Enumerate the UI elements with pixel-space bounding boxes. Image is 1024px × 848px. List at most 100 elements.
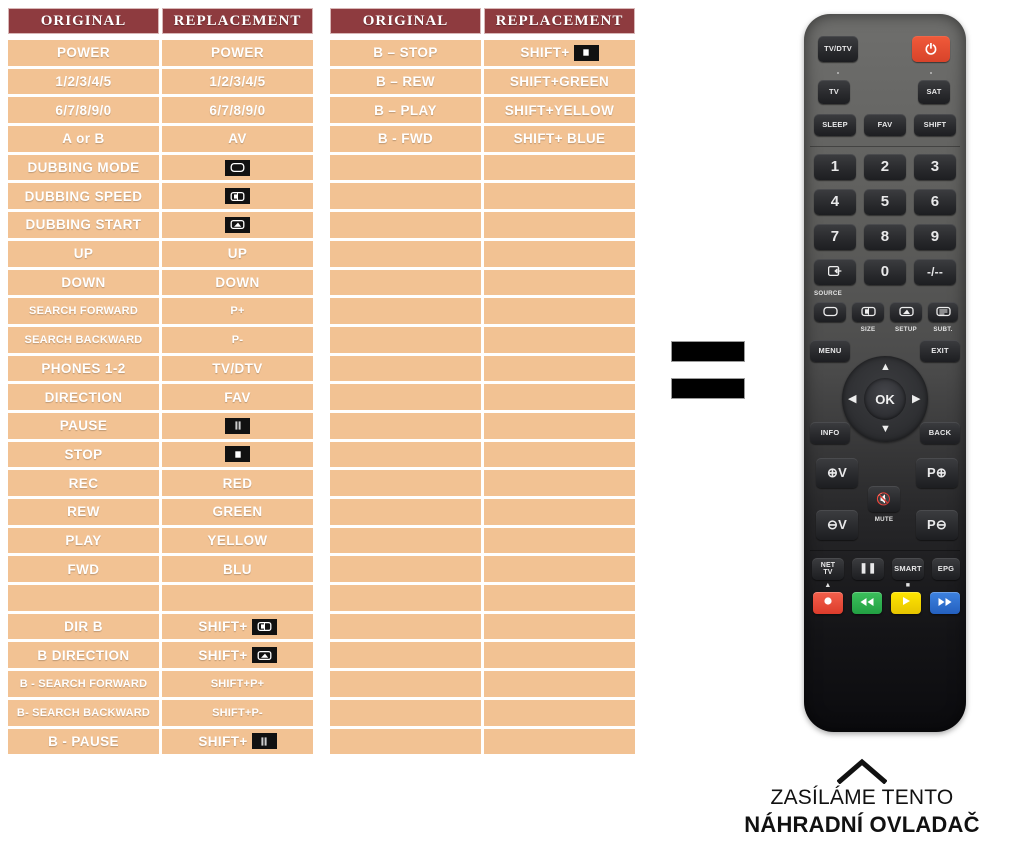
stop-icon [573, 44, 599, 61]
remote-button-2[interactable]: 2 [864, 154, 906, 180]
remote-button-subtitle[interactable] [928, 302, 958, 322]
table-row: SEARCH BACKWARD P- [8, 326, 313, 353]
remote-button-6[interactable]: 6 [914, 189, 956, 215]
dpad-down-icon[interactable]: ▼ [880, 424, 891, 435]
cell-replacement [162, 183, 313, 210]
cell-replacement [484, 556, 635, 583]
cell-replacement: SHIFT+P+ [162, 671, 313, 697]
table-row [330, 556, 635, 583]
net-tv-line2: TV [823, 569, 833, 576]
remote-button-play[interactable] [891, 592, 921, 614]
cell-replacement: SHIFT+ [162, 613, 313, 640]
remote-button-5[interactable]: 5 [864, 189, 906, 215]
cell-replacement [484, 240, 635, 267]
remote-button-ok[interactable]: OK [864, 378, 906, 420]
cell-replacement: SHIFT+P- [162, 699, 313, 726]
remote-dpad[interactable]: ▲ ◀ ▶ ▼ OK [842, 356, 928, 442]
table-row: FWD BLU [8, 556, 313, 583]
screen-icon [822, 306, 838, 319]
replacement-text: SHIFT+ [198, 647, 248, 663]
replacement-remote-control: TV/DTV ⏻ TV SAT SLEEP FAV SHIFT 1 2 3 4 … [804, 14, 966, 732]
table-row: PLAY YELLOW [8, 527, 313, 554]
equals-sign [672, 342, 744, 398]
remote-button-program-up[interactable]: P⊕ [916, 458, 958, 488]
stop-icon [225, 446, 250, 463]
replacement-text: YELLOW [207, 533, 268, 549]
cell-replacement: 1/2/3/4/5 [162, 68, 313, 95]
remote-button-9[interactable]: 9 [914, 224, 956, 250]
remote-button-mute[interactable]: 🔇 [868, 486, 900, 512]
cell-replacement: SHIFT+ BLUE [484, 126, 635, 152]
remote-button-program-down[interactable]: P⊖ [916, 510, 958, 540]
cell-original: SEARCH BACKWARD [8, 326, 159, 353]
remote-button-back[interactable]: BACK [920, 422, 960, 444]
remote-button-tv-dtv[interactable]: TV/DTV [818, 36, 858, 62]
remote-button-rewind[interactable] [852, 592, 882, 614]
remote-button-volume-down[interactable]: ⊖V [816, 510, 858, 540]
remote-button-fav[interactable]: FAV [864, 114, 906, 136]
remote-button-shift[interactable]: SHIFT [914, 114, 956, 136]
dpad-up-icon[interactable]: ▲ [880, 362, 891, 373]
table-row [330, 499, 635, 525]
dpad-right-icon[interactable]: ▶ [912, 394, 920, 405]
cell-replacement [484, 470, 635, 496]
remote-button-volume-up[interactable]: ⊕V [816, 458, 858, 488]
screen-setup-icon [898, 306, 914, 319]
table-row: B – STOP SHIFT+ [330, 40, 635, 66]
cell-original: PAUSE [8, 412, 159, 439]
net-tv-line1: NET [820, 561, 836, 569]
replacement-text: SHIFT+P- [212, 706, 263, 719]
cell-original: B – STOP [330, 40, 481, 66]
cell-replacement [484, 699, 635, 726]
stop-icon: ■ [905, 582, 911, 589]
remote-button-menu[interactable]: MENU [810, 340, 850, 362]
table-row: B DIRECTION SHIFT+ [8, 642, 313, 669]
cell-original [330, 240, 481, 267]
remote-button-net-tv[interactable]: NET TV [812, 558, 844, 580]
remote-button-exit[interactable]: EXIT [920, 340, 960, 362]
cell-replacement [484, 298, 635, 324]
led-indicator-left [837, 72, 839, 74]
remote-button-3[interactable]: 3 [914, 154, 956, 180]
cell-original: 1/2/3/4/5 [8, 68, 159, 95]
remote-button-smart[interactable]: SMART [892, 558, 924, 580]
cell-replacement: DOWN [162, 269, 313, 296]
table-row: A or B AV [8, 126, 313, 152]
remote-button-sleep[interactable]: SLEEP [814, 114, 856, 136]
replacement-text: SHIFT+GREEN [509, 74, 610, 90]
cell-original [330, 585, 481, 611]
remote-button-pause[interactable]: ❚❚ [852, 558, 884, 580]
remote-button-8[interactable]: 8 [864, 224, 906, 250]
cell-replacement: SHIFT+YELLOW [484, 97, 635, 124]
table-row [330, 470, 635, 496]
remote-button-dash[interactable]: -/-- [914, 259, 956, 285]
remote-button-tv[interactable]: TV [818, 80, 850, 104]
remote-button-power[interactable]: ⏻ [912, 36, 950, 62]
table-row [330, 384, 635, 410]
pause-icon [225, 417, 250, 434]
cell-original: PLAY [8, 527, 159, 554]
remote-button-source[interactable] [814, 259, 856, 285]
cell-replacement [484, 613, 635, 640]
remote-button-record[interactable] [813, 592, 843, 614]
remote-button-sat[interactable]: SAT [918, 80, 950, 104]
cell-replacement [484, 527, 635, 554]
dpad-left-icon[interactable]: ◀ [848, 394, 856, 405]
table-row [330, 212, 635, 238]
remote-button-4[interactable]: 4 [814, 189, 856, 215]
remote-button-setup[interactable] [890, 302, 922, 322]
table-row: B - FWD SHIFT+ BLUE [330, 126, 635, 152]
cell-original: UP [8, 240, 159, 267]
remote-button-7[interactable]: 7 [814, 224, 856, 250]
remote-button-screen-mode[interactable] [814, 302, 846, 322]
remote-button-1[interactable]: 1 [814, 154, 856, 180]
remote-button-epg[interactable]: EPG [932, 558, 960, 580]
remote-button-size[interactable] [852, 302, 884, 322]
cell-replacement [484, 412, 635, 439]
cell-replacement [484, 499, 635, 525]
cell-original: POWER [8, 40, 159, 66]
remote-label-size: SIZE [860, 326, 876, 333]
remote-button-forward[interactable] [930, 592, 960, 614]
remote-button-0[interactable]: 0 [864, 259, 906, 285]
remote-button-info[interactable]: INFO [810, 422, 850, 444]
